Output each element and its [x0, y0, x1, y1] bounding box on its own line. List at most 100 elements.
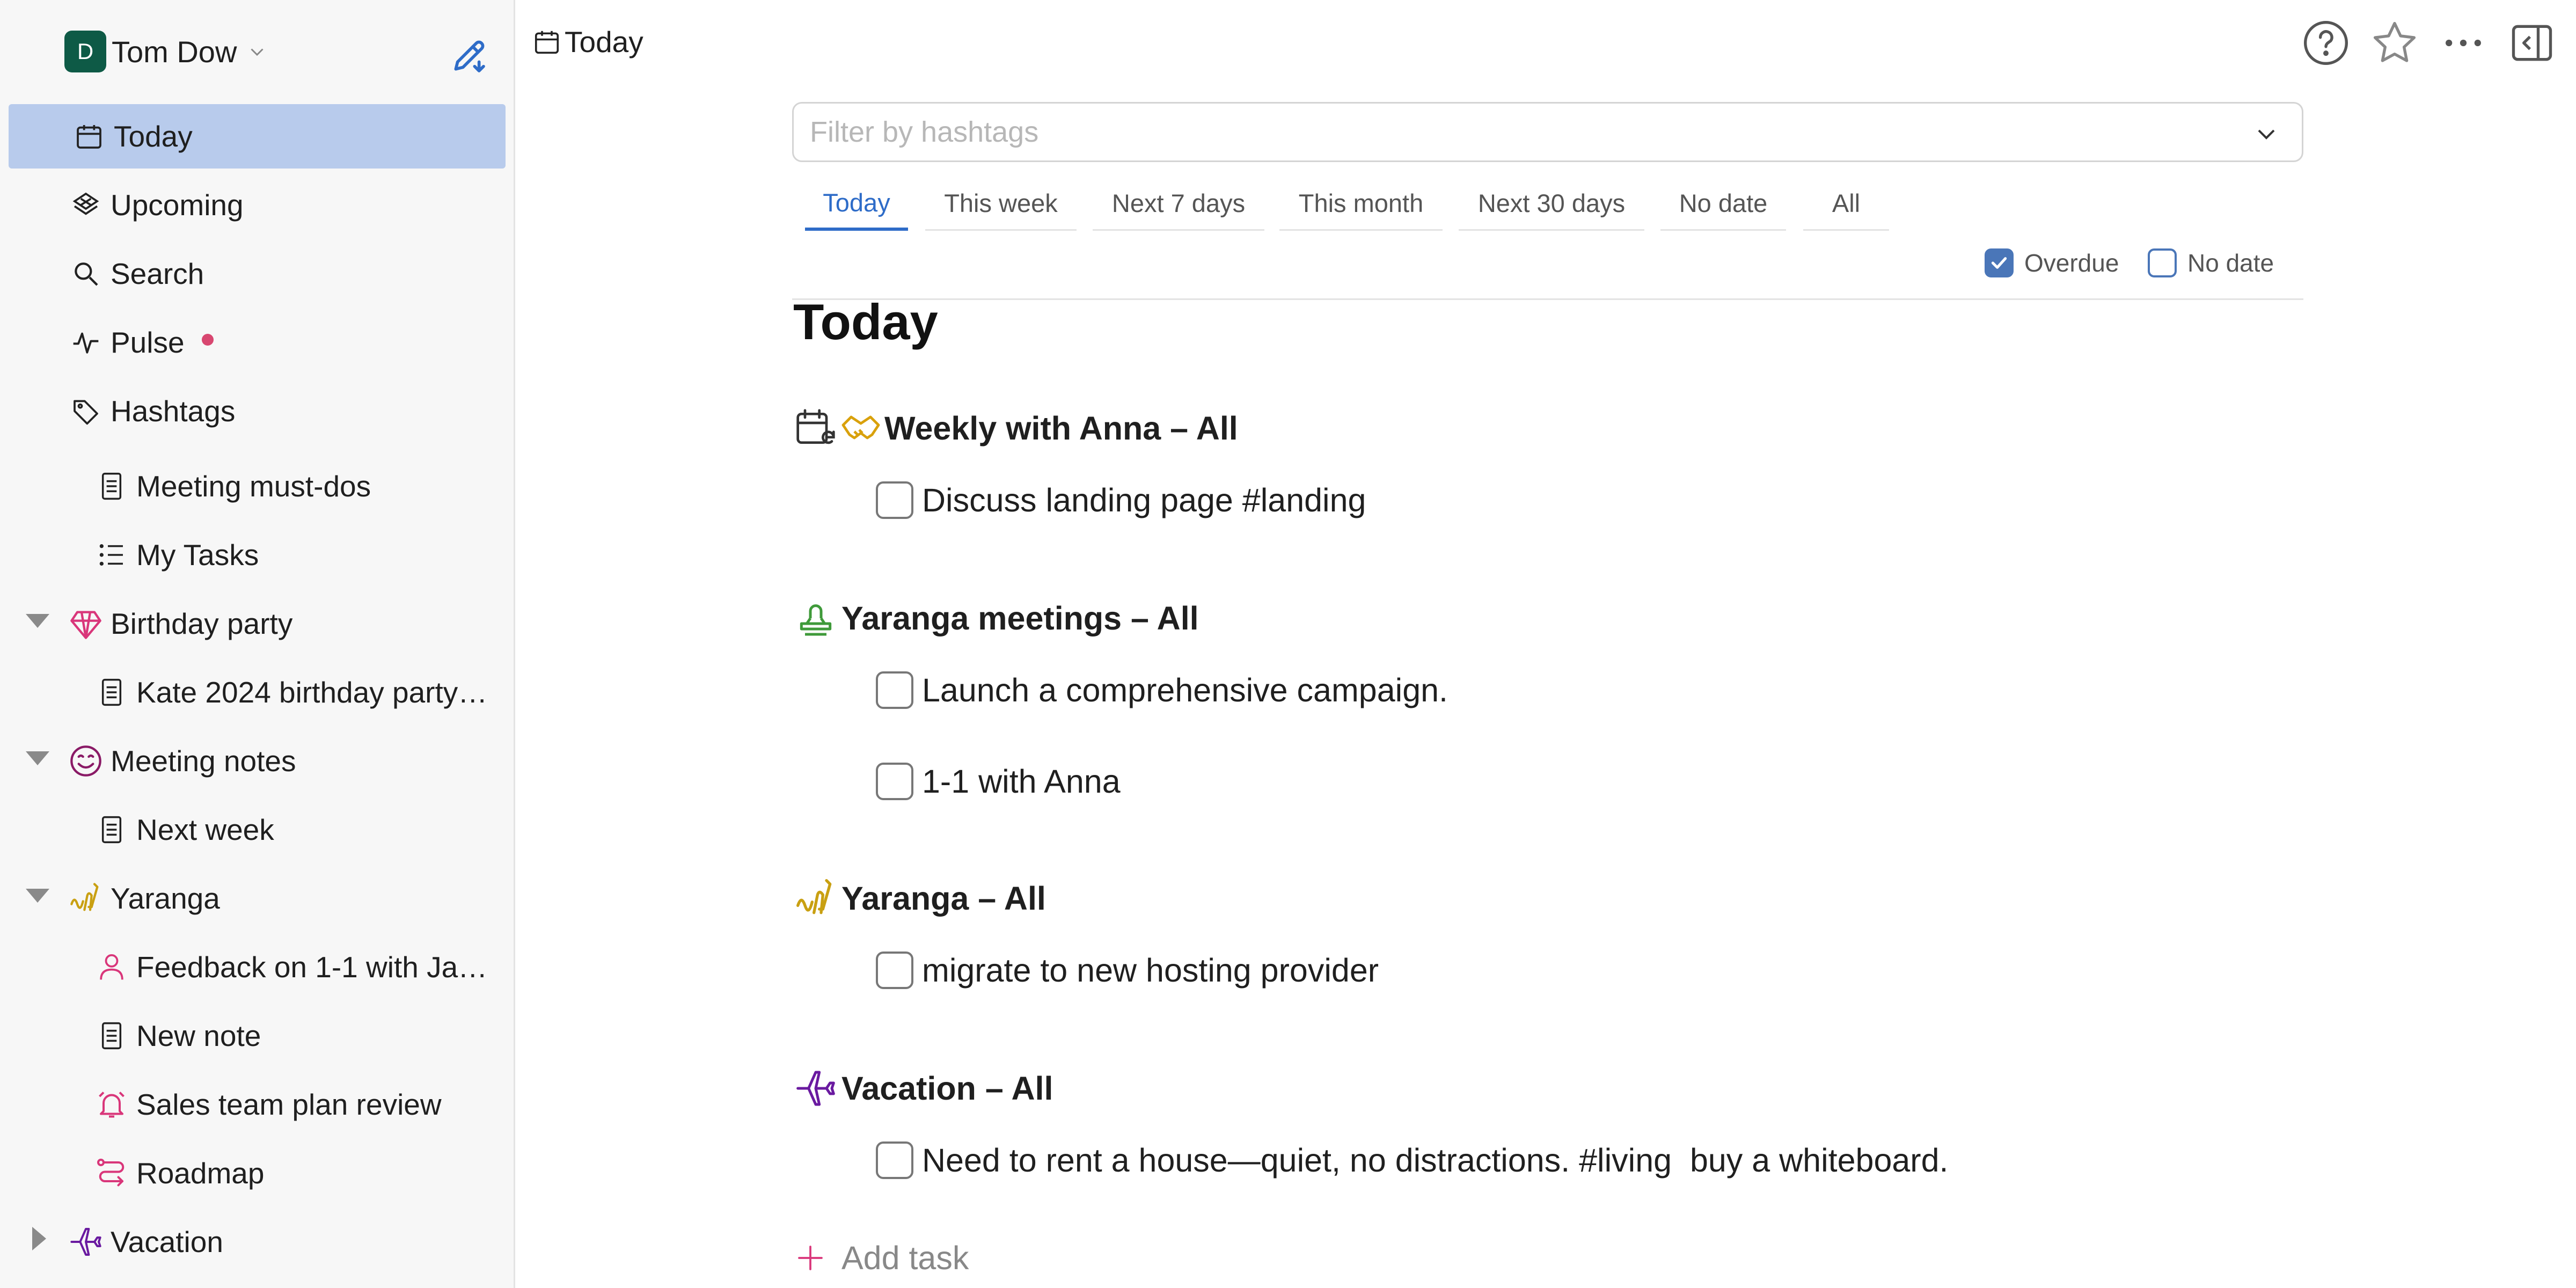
smile-icon	[64, 740, 107, 782]
task-checkbox[interactable]	[876, 481, 913, 519]
tab-this-week[interactable]: This week	[925, 177, 1077, 231]
sidebar-item-next-week[interactable]: Next week	[90, 797, 274, 862]
route-icon	[90, 1152, 133, 1195]
note-icon	[90, 465, 133, 508]
tab-this-month[interactable]: This month	[1279, 177, 1443, 231]
overdue-checkbox[interactable]	[1985, 248, 2014, 277]
collapse-caret-icon[interactable]	[24, 611, 52, 630]
group-title: Yaranga meetings – All	[841, 600, 1199, 636]
gem-icon	[64, 602, 107, 645]
sidebar-item-roadmap[interactable]: Roadmap	[90, 1141, 264, 1205]
add-task-button[interactable]: Add task	[795, 1231, 969, 1285]
sidebar-item-label: Meeting must-dos	[136, 470, 371, 503]
task-checkbox[interactable]	[876, 763, 913, 800]
no-date-checkbox[interactable]	[2148, 248, 2177, 277]
sidebar-item-hashtags[interactable]: Hashtags	[64, 379, 235, 443]
person-icon	[90, 946, 133, 989]
task-item[interactable]: 1-1 with Anna	[876, 755, 1121, 808]
chevron-down-icon[interactable]	[2253, 121, 2279, 147]
task-checkbox[interactable]	[876, 952, 913, 989]
sidebar-item-today[interactable]: Today	[9, 104, 506, 169]
sidebar-item-meeting-notes[interactable]: Meeting notes	[64, 729, 296, 793]
sidebar-item-label: Next week	[136, 813, 274, 846]
note-icon	[90, 1014, 133, 1057]
overdue-toggle[interactable]: Overdue	[1985, 246, 2119, 280]
sidebar-item-feedback[interactable]: Feedback on 1-1 with Ja…	[90, 935, 487, 999]
more-icon[interactable]	[2439, 18, 2488, 68]
note-icon	[90, 808, 133, 851]
collapse-caret-icon[interactable]	[24, 885, 52, 905]
task-item[interactable]: Launch a comprehensive campaign.	[876, 663, 1448, 717]
tag-icon	[64, 390, 107, 433]
sidebar-item-my-tasks[interactable]: My Tasks	[90, 523, 259, 587]
tab-all[interactable]: All	[1803, 177, 1889, 231]
sidebar-item-kate-birthday[interactable]: Kate 2024 birthday party…	[90, 660, 487, 724]
group-title: Yaranga – All	[841, 880, 1046, 917]
sidebar-item-label: Kate 2024 birthday party…	[136, 676, 488, 709]
hashtag-filter[interactable]	[792, 102, 2303, 162]
page-breadcrumb: Today	[532, 21, 643, 62]
task-checkbox[interactable]	[876, 671, 913, 709]
star-icon[interactable]	[2370, 18, 2419, 68]
tab-next-7-days[interactable]: Next 7 days	[1093, 177, 1264, 231]
task-text: Need to rent a house—quiet, no distracti…	[922, 1142, 1949, 1179]
calendar-icon	[68, 115, 111, 158]
task-text: migrate to new hosting provider	[922, 952, 1379, 989]
recurring-calendar-icon	[794, 407, 837, 450]
group-vacation[interactable]: Vacation – All	[794, 1062, 1053, 1115]
tab-no-date[interactable]: No date	[1660, 177, 1786, 231]
account-name: Tom Dow	[112, 34, 237, 69]
account-switcher[interactable]: D Tom Dow	[64, 26, 267, 77]
sidebar-item-birthday-party[interactable]: Birthday party	[64, 591, 292, 656]
tab-today[interactable]: Today	[805, 177, 908, 231]
group-yaranga-meetings[interactable]: Yaranga meetings – All	[794, 591, 1199, 645]
hashtag-filter-input[interactable]	[810, 115, 2205, 149]
yaranga-icon	[64, 877, 107, 920]
calendar-icon	[532, 27, 561, 56]
chevron-down-icon	[247, 42, 267, 61]
plane-icon	[64, 1220, 107, 1263]
plus-icon	[795, 1243, 825, 1273]
sidebar-item-label: Vacation	[111, 1225, 223, 1258]
sidebar-item-label: Birthday party	[111, 607, 293, 640]
task-item[interactable]: Need to rent a house—quiet, no distracti…	[876, 1133, 1948, 1187]
tab-next-30-days[interactable]: Next 30 days	[1459, 177, 1644, 231]
group-yaranga[interactable]: Yaranga – All	[794, 872, 1046, 925]
task-checkbox[interactable]	[876, 1141, 913, 1179]
plane-icon	[794, 1067, 837, 1110]
sidebar-toggle-icon[interactable]	[2507, 18, 2557, 68]
sidebar-item-sales-team[interactable]: Sales team plan review	[90, 1072, 442, 1137]
sidebar-item-label: Upcoming	[111, 188, 244, 222]
sidebar-item-label: Roadmap	[136, 1157, 265, 1190]
task-text: 1-1 with Anna	[922, 763, 1121, 800]
sidebar-item-search[interactable]: Search	[64, 241, 204, 306]
group-title: Weekly with Anna – All	[884, 410, 1238, 447]
sidebar-item-vacation[interactable]: Vacation	[64, 1210, 223, 1274]
search-icon	[64, 252, 107, 295]
sidebar-item-yaranga[interactable]: Yaranga	[64, 866, 220, 931]
note-icon	[90, 671, 133, 714]
sidebar-item-pulse[interactable]: Pulse	[64, 310, 214, 375]
task-text: Launch a comprehensive campaign.	[922, 672, 1448, 708]
divider	[792, 298, 2303, 300]
sidebar-item-meeting-must-dos[interactable]: Meeting must-dos	[90, 454, 371, 518]
sidebar-item-label: Hashtags	[111, 394, 236, 428]
help-icon[interactable]	[2301, 18, 2351, 68]
upcoming-icon	[64, 184, 107, 226]
sidebar-item-label: Feedback on 1-1 with Ja…	[136, 950, 488, 984]
stamp-icon	[794, 597, 837, 640]
group-title: Vacation – All	[841, 1070, 1053, 1107]
no-date-toggle[interactable]: No date	[2148, 246, 2274, 280]
sidebar: D Tom Dow Today Upcoming Search Pulse Ha…	[0, 0, 515, 1288]
group-weekly-with-anna[interactable]: Weekly with Anna – All	[794, 401, 1238, 455]
sidebar-item-new-note[interactable]: New note	[90, 1004, 261, 1068]
sidebar-item-label: Yaranga	[111, 882, 220, 915]
sidebar-item-upcoming[interactable]: Upcoming	[64, 173, 244, 237]
task-item[interactable]: Discuss landing page #landing	[876, 473, 1366, 527]
yaranga-icon	[794, 877, 837, 920]
bell-icon	[90, 1083, 133, 1126]
pencil-edit-icon[interactable]	[449, 33, 492, 76]
collapse-caret-icon[interactable]	[24, 748, 52, 767]
task-item[interactable]: migrate to new hosting provider	[876, 943, 1379, 997]
expand-caret-icon[interactable]	[29, 1225, 48, 1253]
